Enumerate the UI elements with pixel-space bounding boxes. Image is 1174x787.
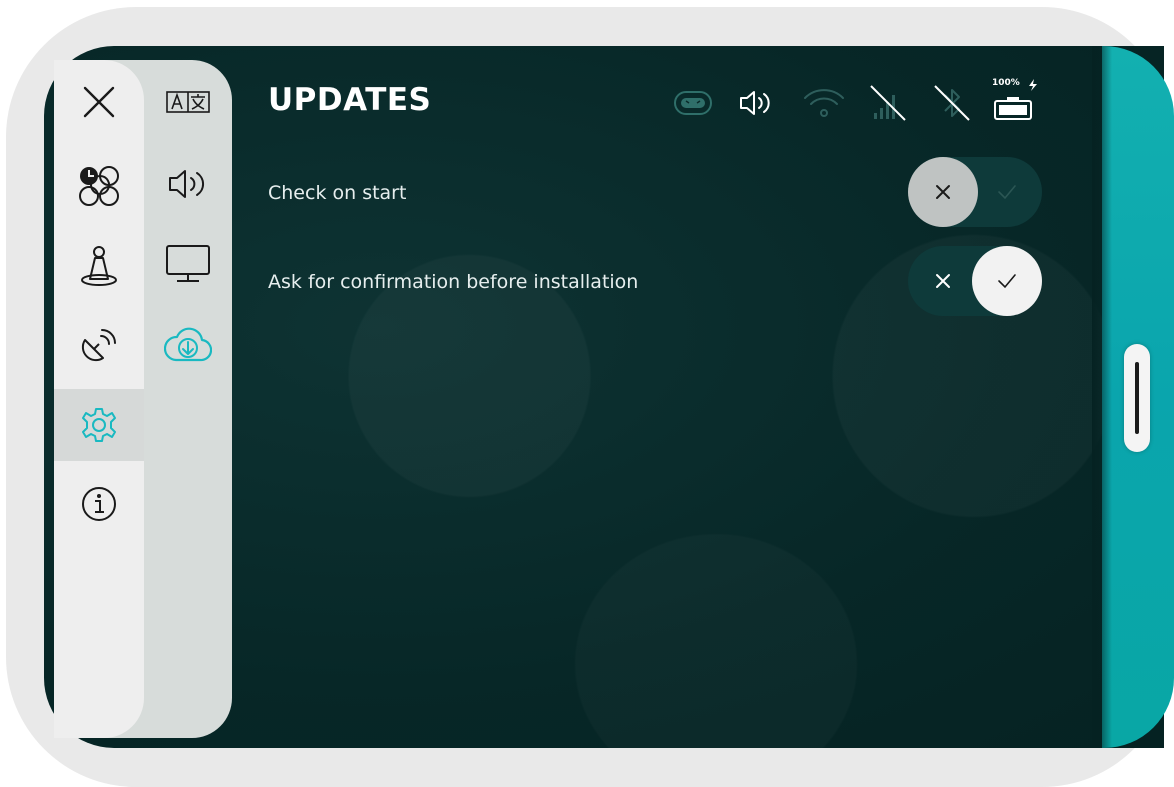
drawer-handle[interactable] (1124, 344, 1150, 452)
setting-label-check-on-start: Check on start (268, 182, 407, 204)
charging-bolt-icon (1029, 79, 1037, 91)
apps-clock-icon (78, 165, 120, 207)
cellular-off-icon (868, 80, 908, 126)
nav-item-settings[interactable] (54, 389, 144, 461)
setting-label-ask-confirmation: Ask for confirmation before installation (268, 271, 639, 293)
battery-icon (994, 97, 1032, 120)
toggle-off-x-icon (908, 246, 978, 316)
ask-confirmation-toggle[interactable] (908, 246, 1042, 316)
page-title: UPDATES (268, 82, 432, 118)
speaker-status-icon (738, 80, 778, 126)
toggle-on-check-icon (972, 157, 1042, 227)
nav-item-apps[interactable] (54, 150, 144, 222)
info-icon (80, 485, 118, 523)
nav-item-remote[interactable] (54, 310, 144, 382)
robot-face-icon (672, 80, 714, 126)
wifi-icon (802, 80, 846, 126)
speaker-icon (167, 167, 209, 201)
battery-status: 100% (992, 78, 1040, 126)
translate-icon (166, 91, 210, 113)
sub-item-language[interactable] (144, 70, 232, 134)
monitor-icon (165, 244, 211, 284)
nav-item-robot-position[interactable] (54, 230, 144, 302)
sub-item-sound[interactable] (144, 152, 232, 216)
sub-item-display[interactable] (144, 232, 232, 296)
status-bar: 100% (668, 78, 1048, 126)
toggle-on-check-icon (972, 246, 1042, 316)
satellite-dish-icon (79, 326, 119, 366)
cloud-download-icon (164, 326, 212, 364)
battery-percent-label: 100% (992, 78, 1020, 88)
close-icon (82, 85, 116, 119)
toggle-off-x-icon (908, 157, 978, 227)
person-on-platform-icon (79, 245, 119, 287)
sub-item-updates[interactable] (144, 313, 232, 377)
gear-icon (80, 406, 118, 444)
bluetooth-off-icon (932, 80, 972, 126)
handle-grip (1135, 362, 1139, 434)
close-button[interactable] (54, 66, 144, 138)
nav-item-info[interactable] (54, 468, 144, 540)
check-on-start-toggle[interactable] (908, 157, 1042, 227)
